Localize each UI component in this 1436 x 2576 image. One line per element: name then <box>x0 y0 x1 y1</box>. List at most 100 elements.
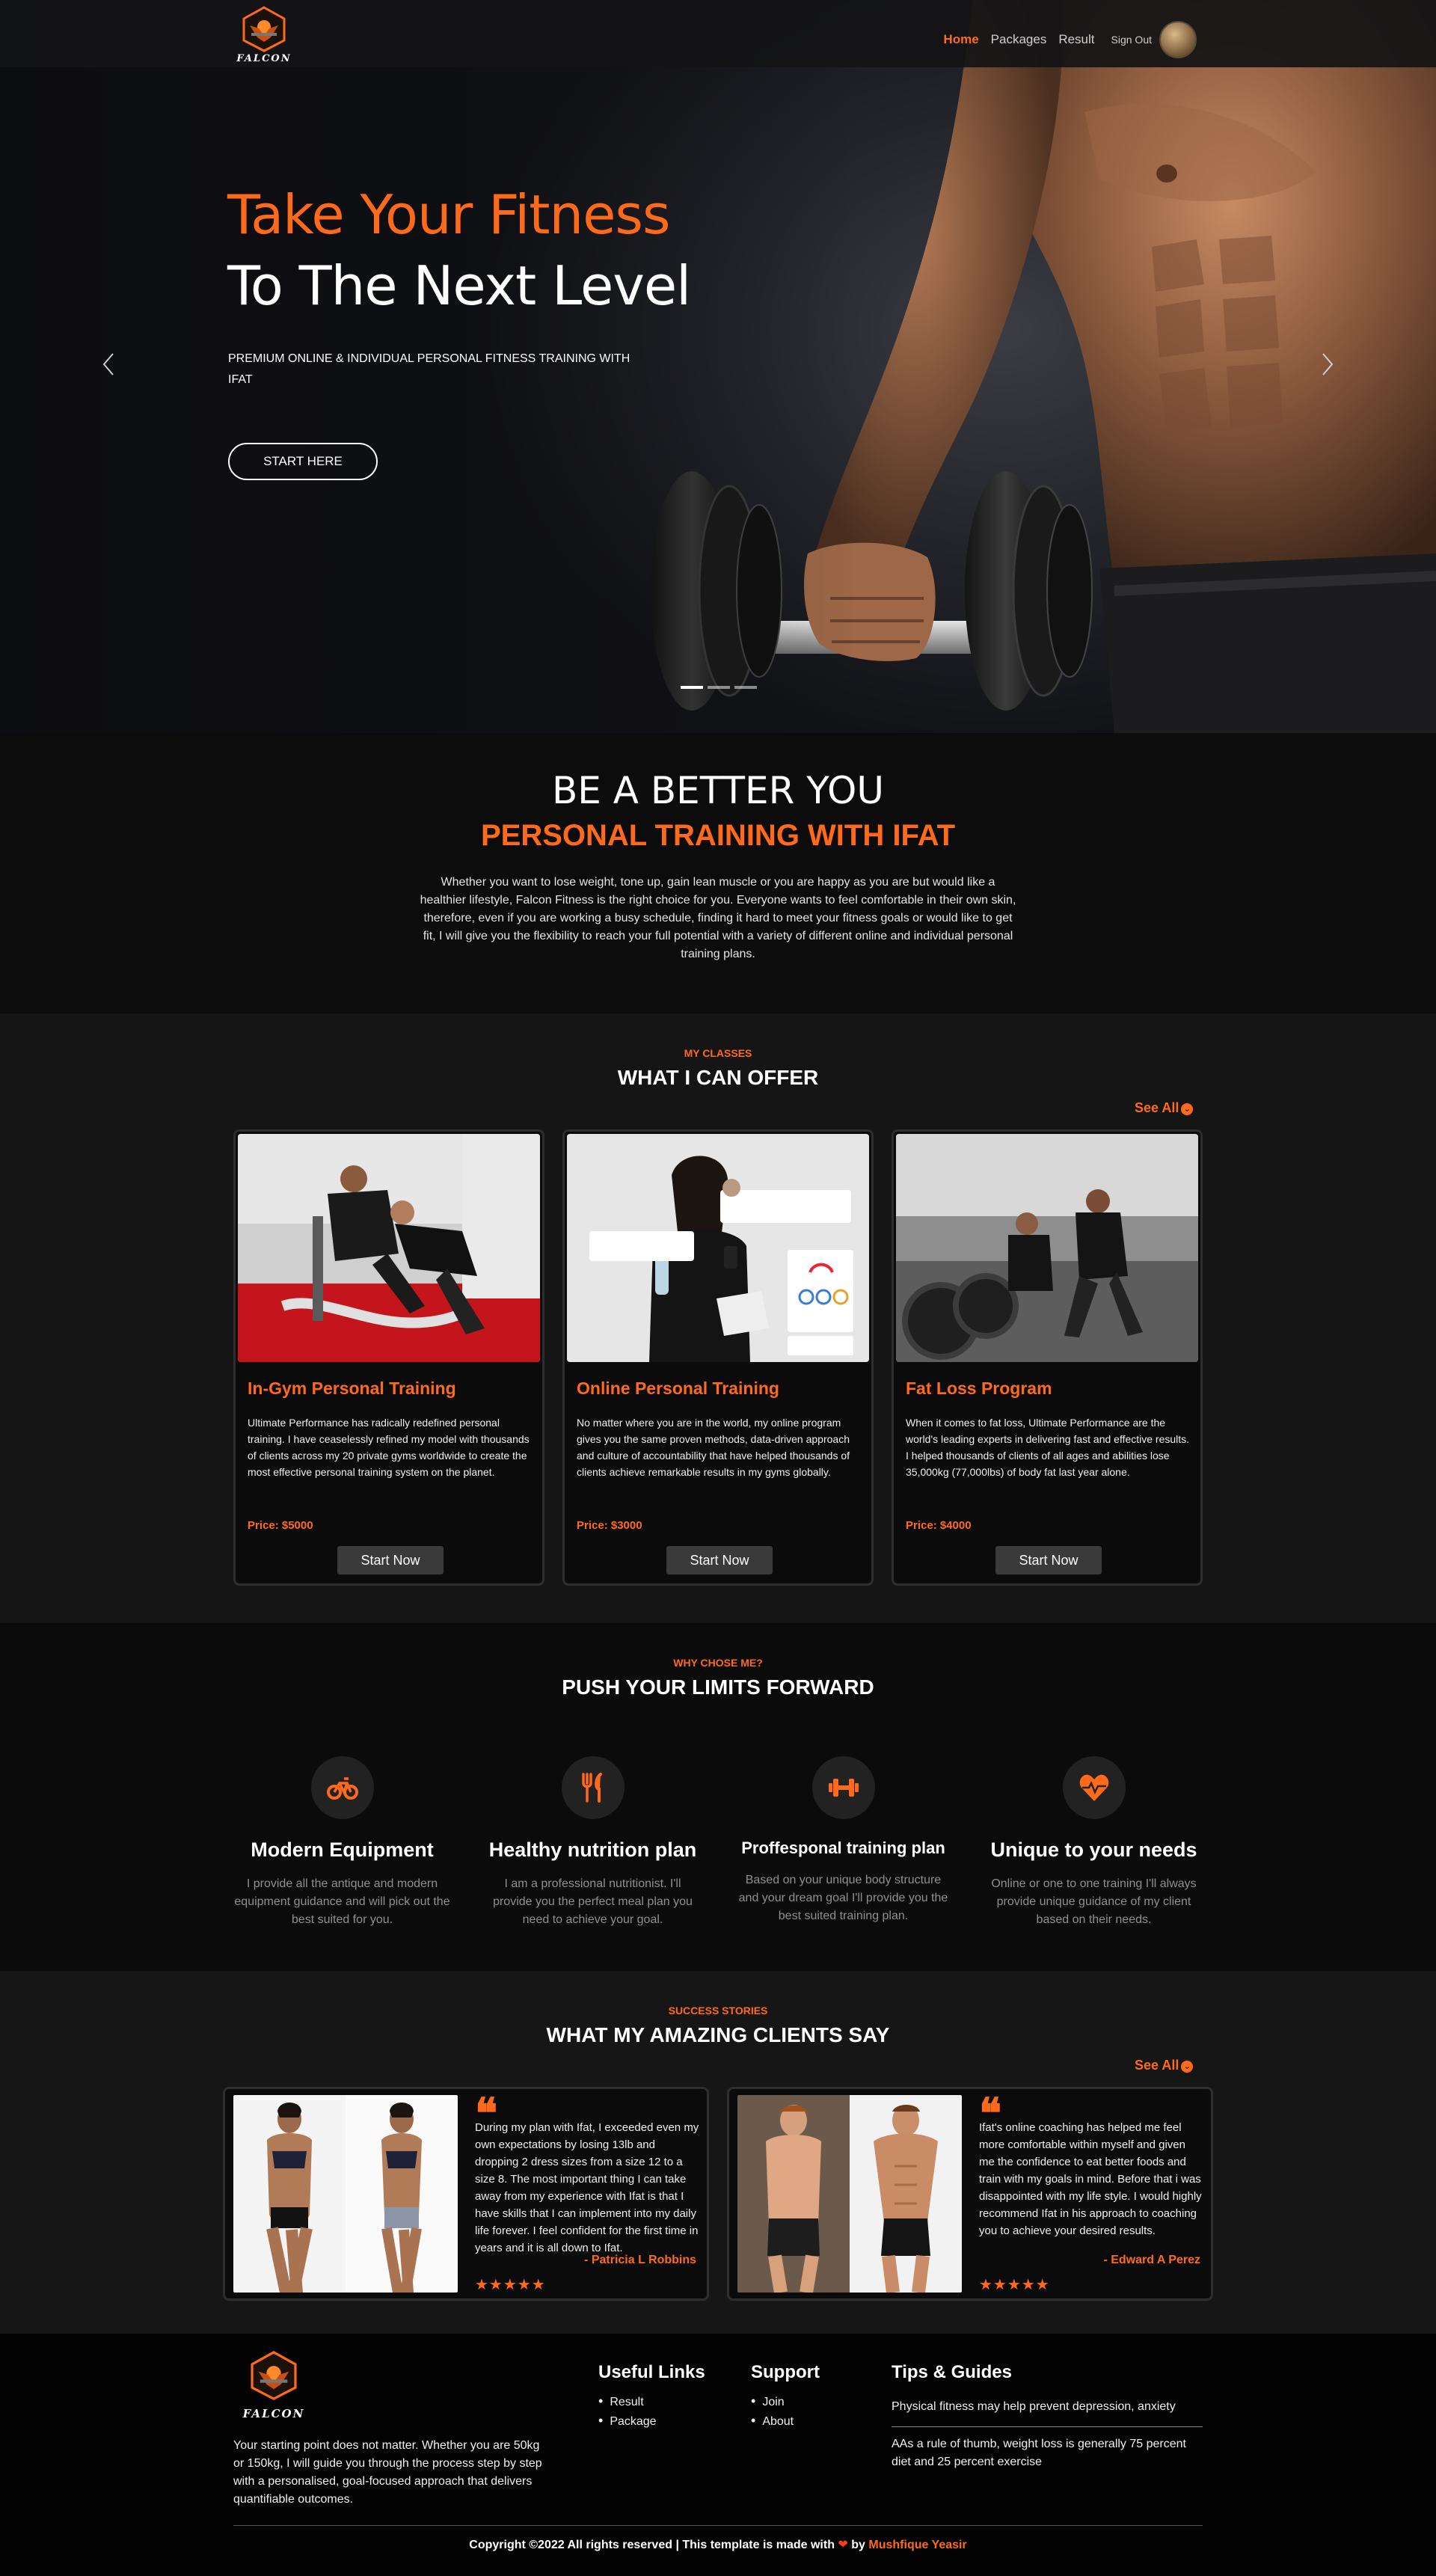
testimonial-quote: During my plan with Ifat, I exceeded eve… <box>475 2121 699 2254</box>
footer: FALCON Your starting point does not matt… <box>0 2334 1436 2576</box>
nav-link-home[interactable]: Home <box>943 32 978 47</box>
carousel-indicator[interactable] <box>734 686 757 689</box>
nav-link-result[interactable]: Result <box>1058 32 1094 47</box>
testimonial-cards: ❝ During my plan with Ifat, I exceeded e… <box>223 2087 1213 2301</box>
feature-item: Unique to your needs Online or one to on… <box>969 1756 1219 1936</box>
why-eyebrow: WHY CHOSE ME? <box>673 1657 763 1669</box>
start-here-button[interactable]: START HERE <box>228 443 378 480</box>
hero-title: To The Next Level <box>227 254 691 317</box>
feature-item: Modern Equipment I provide all the antiq… <box>217 1756 467 1936</box>
before-after-image <box>737 2095 962 2293</box>
about-section: BE A BETTER YOU PERSONAL TRAINING WITH I… <box>0 733 1436 1013</box>
copyright: Copyright ©2022 All rights reserved | Th… <box>0 2537 1436 2552</box>
class-card-price: Price: $3000 <box>577 1519 642 1532</box>
footer-about: Your starting point does not matter. Whe… <box>233 2439 542 2506</box>
star-rating: ★★★★★ <box>979 2277 1050 2293</box>
hero-carousel: Take Your Fitness To The Next Level PREM… <box>0 0 1436 733</box>
feature-title: Modern Equipment <box>251 1839 434 1861</box>
class-card-title: Online Personal Training <box>577 1379 779 1398</box>
falcon-logo-icon <box>242 6 286 52</box>
page: Take Your Fitness To The Next Level PREM… <box>0 0 1436 2576</box>
testimonial-card: ❝ During my plan with Ifat, I exceeded e… <box>223 2087 709 2301</box>
carousel-indicator[interactable] <box>681 686 703 689</box>
tip-item[interactable]: Physical fitness may help prevent depres… <box>892 2398 1203 2416</box>
class-card-price: Price: $4000 <box>906 1519 972 1532</box>
footer-link-about[interactable]: About <box>751 2411 794 2431</box>
tip-item[interactable]: AAs a rule of thumb, weight loss is gene… <box>892 2435 1203 2471</box>
hero-overlay <box>0 0 1436 733</box>
class-card-price: Price: $5000 <box>248 1519 313 1532</box>
class-card-title: In-Gym Personal Training <box>248 1379 456 1398</box>
chevron-down-icon: ⌄ <box>1181 2061 1194 2073</box>
feature-description: I provide all the antique and modern equ… <box>234 1877 450 1926</box>
tips-title: Tips & Guides <box>892 2362 1012 2382</box>
useful-links-title: Useful Links <box>598 2362 705 2382</box>
star-rating: ★★★★★ <box>475 2277 546 2293</box>
nav-links: Home Packages Result Sign Out <box>943 21 1197 58</box>
logo-text: FALCON <box>236 53 292 64</box>
dumbbell-icon <box>811 1756 875 1819</box>
sign-out-link[interactable]: Sign Out <box>1111 34 1152 46</box>
class-card-image <box>896 1134 1198 1362</box>
support-title: Support <box>751 2362 820 2382</box>
testimonial-card: ❝ Ifat's online coaching has helped me f… <box>727 2087 1213 2301</box>
start-now-button[interactable]: Start Now <box>995 1546 1102 1574</box>
testimonial-quote: Ifat's online coaching has helped me fee… <box>979 2121 1202 2237</box>
feature-item: Proffesponal training plan Based on your… <box>718 1756 969 1936</box>
classes-see-all-link[interactable]: See All ⌄ <box>1135 1100 1194 1116</box>
chevron-down-icon: ⌄ <box>1181 1103 1194 1115</box>
testimonials-section: SUCCESS STORIES WHAT MY AMAZING CLIENTS … <box>0 1971 1436 2334</box>
classes-eyebrow: MY CLASSES <box>684 1047 752 1059</box>
stories-title: WHAT MY AMAZING CLIENTS SAY <box>546 2023 890 2046</box>
hero-title-accent: Take Your Fitness <box>227 183 670 246</box>
tips-divider <box>892 2426 1203 2427</box>
why-section: WHY CHOSE ME? PUSH YOUR LIMITS FORWARD M… <box>0 1623 1436 1971</box>
see-all-label: See All <box>1135 2058 1179 2073</box>
feature-description: Based on your unique body structure and … <box>738 1874 948 1922</box>
testimonial-author: - Edward A Perez <box>1103 2254 1200 2266</box>
useful-links-list: Result Package <box>598 2392 657 2431</box>
about-subheading: PERSONAL TRAINING WITH IFAT <box>480 819 956 852</box>
start-now-button[interactable]: Start Now <box>666 1546 773 1574</box>
carousel-indicators <box>681 686 757 689</box>
class-cards: In-Gym Personal Training Ultimate Perfor… <box>233 1129 1203 1586</box>
hero-subtitle: PREMIUM ONLINE & INDIVIDUAL PERSONAL FIT… <box>228 352 630 386</box>
falcon-logo[interactable]: FALCON <box>233 6 295 64</box>
class-card: Online Personal Training No matter where… <box>562 1129 874 1586</box>
copyright-text: Copyright ©2022 All rights reserved | Th… <box>469 2539 835 2551</box>
start-now-button[interactable]: Start Now <box>337 1546 444 1574</box>
heart-icon: ❤ <box>838 2539 848 2551</box>
class-card-description: When it comes to fat loss, Ultimate Perf… <box>906 1417 1190 1478</box>
stories-see-all-link[interactable]: See All ⌄ <box>1135 2058 1194 2073</box>
classes-title: WHAT I CAN OFFER <box>617 1066 819 1089</box>
top-navbar: FALCON Home Packages Result Sign Out <box>0 0 1436 67</box>
avatar[interactable] <box>1159 21 1197 58</box>
why-title: PUSH YOUR LIMITS FORWARD <box>562 1675 874 1699</box>
footer-link-result[interactable]: Result <box>598 2392 657 2411</box>
class-card-title: Fat Loss Program <box>906 1379 1052 1398</box>
support-list: Join About <box>751 2392 794 2431</box>
class-card-description: No matter where you are in the world, my… <box>577 1417 850 1478</box>
feature-item: Healthy nutrition plan I am a profession… <box>467 1756 718 1936</box>
see-all-label: See All <box>1135 1100 1179 1115</box>
footer-link-join[interactable]: Join <box>751 2392 794 2411</box>
footer-divider <box>233 2525 1203 2526</box>
heartbeat-icon <box>1062 1756 1126 1819</box>
chevron-left-icon[interactable] <box>97 352 120 381</box>
author-link[interactable]: Mushfique Yeasir <box>868 2539 966 2551</box>
nav-link-packages[interactable]: Packages <box>991 32 1047 47</box>
feature-description: I am a professional nutritionist. I'll p… <box>493 1877 693 1926</box>
footer-logo[interactable]: FALCON <box>241 2349 307 2420</box>
footer-link-package[interactable]: Package <box>598 2411 656 2431</box>
class-card: Fat Loss Program When it comes to fat lo… <box>892 1129 1203 1586</box>
testimonial-author: - Patricia L Robbins <box>584 2254 696 2266</box>
carousel-indicator[interactable] <box>708 686 730 689</box>
class-card-image <box>238 1134 540 1362</box>
classes-section: MY CLASSES WHAT I CAN OFFER See All ⌄ In… <box>0 1013 1436 1623</box>
before-after-image <box>233 2095 458 2293</box>
footer-logo-text: FALCON <box>242 2407 305 2420</box>
feature-title: Proffesponal training plan <box>741 1839 945 1857</box>
copyright-by: by <box>851 2539 865 2551</box>
chevron-right-icon[interactable] <box>1316 352 1339 381</box>
class-card: In-Gym Personal Training Ultimate Perfor… <box>233 1129 544 1586</box>
